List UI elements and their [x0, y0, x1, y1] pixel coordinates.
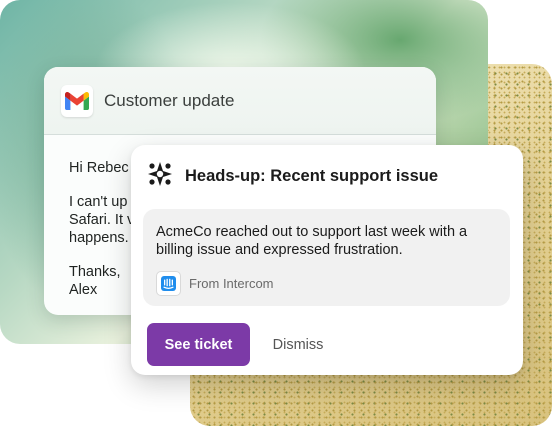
notification-title: Heads-up: Recent support issue	[185, 167, 439, 185]
notification-header: Heads-up: Recent support issue	[147, 161, 438, 192]
notification-message: AcmeCo reached out to support last week …	[156, 224, 468, 258]
dismiss-button[interactable]: Dismiss	[258, 323, 338, 366]
email-header: Customer update	[44, 67, 436, 135]
see-ticket-button[interactable]: See ticket	[147, 323, 250, 366]
notification-message-box: AcmeCo reached out to support last week …	[143, 209, 510, 306]
notification-card: Heads-up: Recent support issue AcmeCo re…	[131, 145, 523, 375]
gmail-icon	[61, 84, 93, 117]
intercom-icon	[156, 271, 181, 296]
assistant-logo-icon	[147, 161, 173, 192]
notification-source: From Intercom	[156, 271, 274, 296]
email-subject: Customer update	[104, 90, 235, 110]
notification-source-label: From Intercom	[189, 276, 274, 291]
